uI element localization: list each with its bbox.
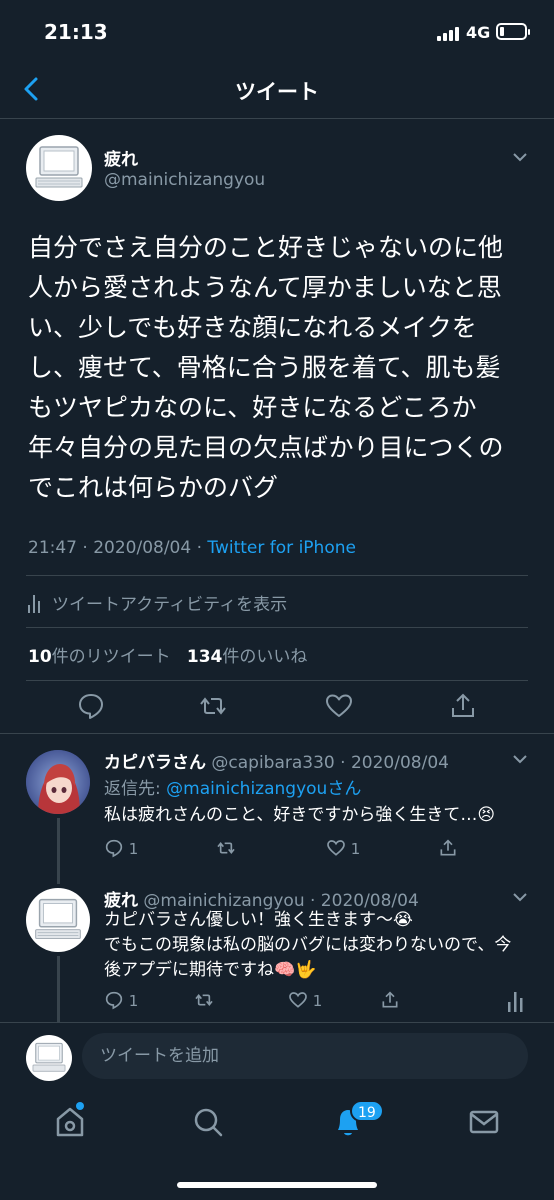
- home-indicator: [177, 1182, 377, 1188]
- reply-author-handle[interactable]: @capibara330: [211, 753, 334, 773]
- author-handle[interactable]: @mainichizangyou: [104, 170, 265, 190]
- retweet-stat[interactable]: 10件のリツイート: [28, 647, 171, 667]
- like-count-label: 件のいいね: [222, 647, 308, 667]
- battery-icon: [496, 23, 530, 40]
- reply-share-button[interactable]: [380, 990, 400, 1010]
- author-avatar[interactable]: [26, 135, 92, 201]
- reply-analytics-button[interactable]: [506, 990, 526, 1012]
- anime-girl-avatar-image: [26, 750, 90, 814]
- reply-reply-button[interactable]: 1: [104, 990, 138, 1010]
- reply-compose-input[interactable]: ツイートを追加: [82, 1033, 528, 1079]
- status-bar: 21:13 4G: [0, 0, 554, 64]
- reply-share-button[interactable]: [438, 838, 458, 858]
- view-activity-link[interactable]: ツイートアクティビティを表示: [28, 590, 287, 615]
- reply-icon: [105, 991, 123, 1010]
- analytics-icon: [508, 992, 523, 1012]
- thread-line: [57, 956, 60, 1022]
- like-stat[interactable]: 134件のいいね: [187, 647, 308, 667]
- heart-icon: [289, 992, 307, 1008]
- divider: [26, 680, 528, 681]
- reply-reply-button[interactable]: 1: [104, 838, 138, 858]
- reply-avatar[interactable]: [26, 750, 90, 814]
- like-count: 134: [186, 647, 223, 667]
- home-tab-icon[interactable]: [52, 1104, 88, 1140]
- computer-icon: [32, 1042, 66, 1072]
- retweet-count: 10: [28, 647, 52, 667]
- reply-date: · 2020/08/04: [340, 753, 449, 773]
- new-content-dot: [76, 1102, 84, 1110]
- reply-reply-count: 1: [128, 840, 139, 858]
- reply-to-label: 返信先:: [104, 779, 167, 799]
- search-tab-icon[interactable]: [190, 1104, 226, 1140]
- reply-retweet-button[interactable]: [192, 990, 216, 1010]
- reply-reply-count: 1: [128, 992, 139, 1010]
- retweet-count-label: 件のリツイート: [51, 647, 171, 667]
- notification-badge: 19: [350, 1100, 384, 1122]
- tweet-text: 自分でさえ自分のこと好きじゃないのに他 人から愛されようなんて厚かましいなと思 …: [28, 233, 504, 502]
- reply-avatar[interactable]: [26, 888, 90, 952]
- share-icon: [440, 839, 456, 856]
- tweet-meta: 21:47 · 2020/08/04 · Twitter for iPhone: [28, 538, 356, 558]
- network-label: 4G: [466, 23, 491, 42]
- chevron-down-icon[interactable]: [512, 892, 528, 902]
- reply-author-name[interactable]: カピバラさん: [104, 753, 206, 773]
- reply-text: 私は疲れさんのこと、好きですから強く生きて…😣: [104, 805, 496, 825]
- computer-icon: [35, 146, 83, 188]
- reply-like-button[interactable]: 1: [326, 838, 360, 858]
- reply-to-handle[interactable]: @mainichizangyouさん: [166, 779, 361, 799]
- like-button[interactable]: [324, 691, 354, 721]
- page-title: ツイート: [235, 80, 319, 104]
- messages-tab-icon[interactable]: [466, 1104, 502, 1140]
- reply-header: カピバラさん @capibara330 · 2020/08/04: [104, 748, 449, 773]
- reply-icon: [105, 839, 123, 858]
- reply-like-count: 1: [312, 992, 323, 1010]
- computer-icon: [35, 898, 81, 939]
- engagement-counts: 10件のリツイート 134件のいいね: [28, 642, 307, 667]
- tweet-source-link[interactable]: Twitter for iPhone: [207, 538, 356, 558]
- share-button[interactable]: [448, 691, 478, 721]
- chevron-down-icon[interactable]: [512, 754, 528, 764]
- nav-bar: ツイート: [0, 64, 554, 119]
- status-time: 21:13: [44, 20, 108, 44]
- retweet-button[interactable]: [198, 691, 228, 721]
- compose-bar: ツイートを追加: [0, 1022, 554, 1090]
- reply-text: カピバラさん優しい！強く生きます〜😭 でもこの現象は私の脳のバグには変わりないの…: [104, 910, 512, 980]
- heart-icon: [327, 840, 345, 856]
- reply-retweet-button[interactable]: [214, 838, 238, 858]
- reply-like-button[interactable]: 1: [288, 990, 322, 1010]
- chevron-down-icon[interactable]: [512, 152, 528, 162]
- divider: [26, 575, 528, 576]
- author-name[interactable]: 疲れ: [104, 145, 138, 170]
- retweet-icon: [195, 993, 213, 1007]
- divider: [26, 627, 528, 628]
- thread-line: [57, 818, 60, 884]
- reply-to-line: 返信先: @mainichizangyouさん: [104, 774, 361, 799]
- signal-icon: [437, 25, 463, 41]
- analytics-icon: [28, 595, 44, 613]
- reply-like-count: 1: [350, 840, 361, 858]
- share-icon: [382, 991, 398, 1008]
- reply-button[interactable]: [76, 691, 106, 721]
- my-avatar[interactable]: [26, 1035, 72, 1081]
- retweet-icon: [217, 841, 235, 855]
- tweet-timestamp: 21:47 · 2020/08/04 ·: [28, 538, 208, 558]
- divider: [0, 733, 554, 734]
- activity-label: ツイートアクティビティを表示: [52, 595, 288, 615]
